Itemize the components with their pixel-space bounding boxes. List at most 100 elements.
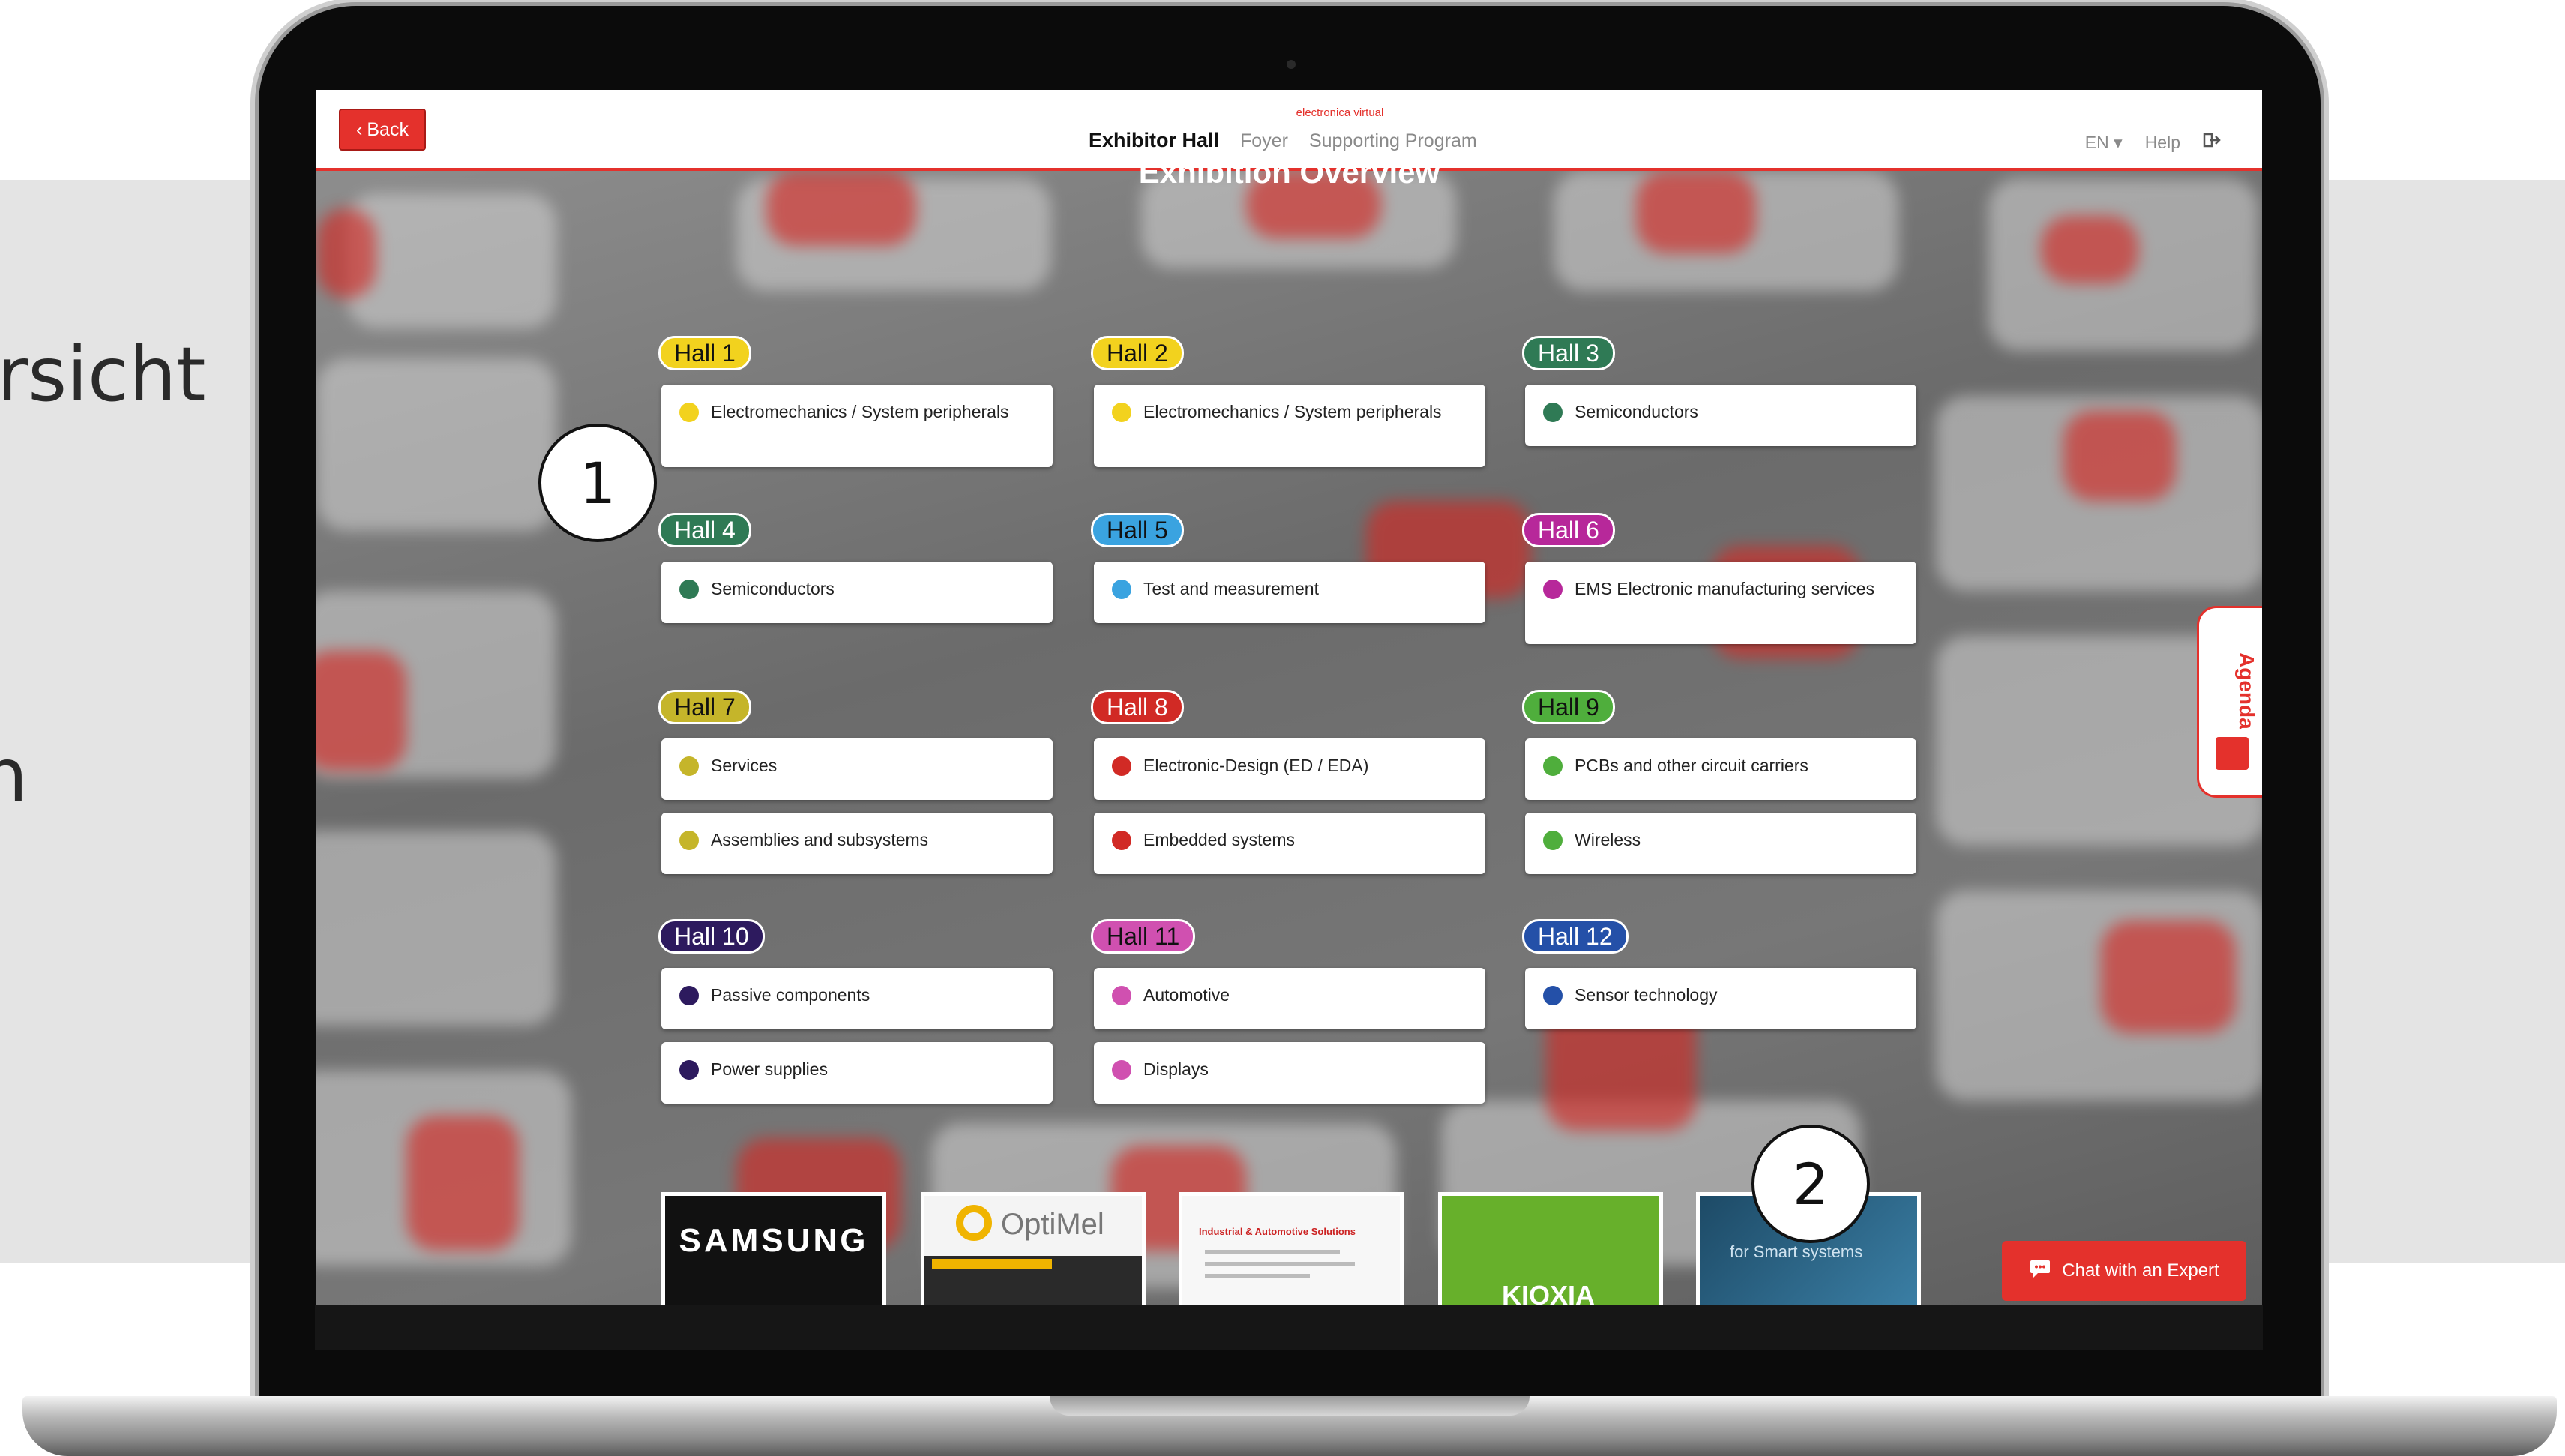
category-card[interactable]: Semiconductors [661, 562, 1053, 623]
laptop-notch [1050, 1396, 1530, 1416]
category-dot [1112, 986, 1131, 1005]
category-card[interactable]: Electronic-Design (ED / EDA) [1094, 738, 1485, 800]
category-label: Electromechanics / System peripherals [1143, 402, 1442, 421]
bg-tile [316, 831, 556, 1026]
category-dot [679, 986, 699, 1005]
category-label: Embedded systems [1143, 830, 1295, 849]
nav-supporting-program[interactable]: Supporting Program [1309, 130, 1477, 152]
category-label: Assemblies and subsystems [711, 830, 929, 849]
hall-badge[interactable]: Hall 2 [1091, 336, 1184, 370]
chat-bubble-icon [2029, 1258, 2051, 1284]
back-button-label: Back [367, 118, 409, 140]
calendar-icon [2216, 737, 2249, 770]
bg-tile [406, 1116, 519, 1251]
category-card[interactable]: Semiconductors [1525, 385, 1916, 446]
nav-exhibitor-hall[interactable]: Exhibitor Hall [1089, 129, 1219, 152]
category-label: Semiconductors [711, 579, 835, 598]
category-label: Electronic-Design (ED / EDA) [1143, 756, 1369, 775]
laptop-screen: ‹ Back electronica virtual Exhibitor Hal… [316, 90, 2262, 1305]
thumbnail-line [1205, 1262, 1355, 1266]
category-dot [1543, 986, 1563, 1005]
category-dot [679, 1060, 699, 1080]
brand-label: electronica virtual [1296, 106, 1384, 119]
caret-down-icon: ▾ [2114, 132, 2123, 152]
sponsor-thumbnail[interactable]: KIOXIA [1438, 1192, 1663, 1305]
category-card[interactable]: Embedded systems [1094, 813, 1485, 874]
thumbnail-label: SAMSUNG [679, 1222, 869, 1259]
category-label: Passive components [711, 985, 870, 1005]
category-card[interactable]: PCBs and other circuit carriers [1525, 738, 1916, 800]
chat-with-expert-button[interactable]: Chat with an Expert [2002, 1241, 2246, 1301]
logout-icon[interactable] [2203, 132, 2221, 153]
callout-marker: 2 [1751, 1125, 1870, 1243]
category-card[interactable]: Electromechanics / System peripherals [1094, 385, 1485, 467]
hall-badge[interactable]: Hall 10 [658, 919, 765, 954]
help-link[interactable]: Help [2145, 133, 2180, 153]
back-button[interactable]: ‹ Back [339, 109, 426, 151]
hall-badge[interactable]: Hall 7 [658, 690, 751, 724]
thumbnail-line [1205, 1274, 1310, 1278]
callout-marker: 1 [538, 424, 657, 542]
bg-tile [2101, 921, 2236, 1033]
bg-tile [316, 358, 556, 531]
category-label: Sensor technology [1575, 985, 1718, 1005]
category-label: Displays [1143, 1059, 1209, 1079]
category-dot [679, 756, 699, 776]
agenda-tab[interactable]: Agenda [2197, 606, 2262, 798]
category-card[interactable]: Automotive [1094, 968, 1485, 1029]
hall-background [316, 171, 2262, 1305]
category-card[interactable]: Sensor technology [1525, 968, 1916, 1029]
nav-foyer[interactable]: Foyer [1240, 130, 1288, 152]
category-card[interactable]: Wireless [1525, 813, 1916, 874]
sponsor-thumbnail[interactable]: SAMSUNG [661, 1192, 886, 1305]
agenda-label: Agenda [2235, 652, 2258, 729]
category-label: Power supplies [711, 1059, 828, 1079]
hall-badge[interactable]: Hall 9 [1522, 690, 1615, 724]
category-dot [1543, 756, 1563, 776]
category-card[interactable]: EMS Electronic manufacturing services [1525, 562, 1916, 644]
laptop-bezel-bottom [315, 1305, 2263, 1350]
page-title: Exhibition Overview [1138, 154, 1440, 190]
category-label: Wireless [1575, 830, 1641, 849]
category-dot [1112, 831, 1131, 850]
category-dot [679, 831, 699, 850]
sponsor-thumbnail[interactable]: OptiMel [921, 1192, 1146, 1305]
hall-badge[interactable]: Hall 11 [1091, 919, 1196, 954]
hall-badge[interactable]: Hall 8 [1091, 690, 1184, 724]
side-text-fragment: n [0, 732, 28, 819]
category-card[interactable]: Passive components [661, 968, 1053, 1029]
category-card[interactable]: Assemblies and subsystems [661, 813, 1053, 874]
language-select[interactable]: EN ▾ [2085, 133, 2123, 153]
thumbnail-label: OptiMel [1001, 1208, 1104, 1241]
bg-tile [346, 193, 556, 328]
category-card[interactable]: Displays [1094, 1042, 1485, 1104]
category-label: Automotive [1143, 985, 1230, 1005]
category-label: EMS Electronic manufacturing services [1575, 579, 1875, 598]
category-card[interactable]: Electromechanics / System peripherals [661, 385, 1053, 467]
hall-badge[interactable]: Hall 1 [658, 336, 751, 370]
category-dot [1543, 403, 1563, 422]
category-dot [679, 580, 699, 599]
thumbnail-label: for Smart systems [1730, 1242, 1863, 1261]
hall-badge[interactable]: Hall 6 [1522, 513, 1615, 547]
category-dot [1112, 756, 1131, 776]
category-dot [1112, 580, 1131, 599]
bg-tile [2063, 411, 2176, 501]
category-label: Semiconductors [1575, 402, 1698, 421]
category-label: Services [711, 756, 778, 775]
main-nav: Exhibitor Hall Foyer Supporting Program [1089, 129, 1477, 152]
language-label: EN [2084, 132, 2109, 152]
hall-badge[interactable]: Hall 12 [1522, 919, 1629, 954]
category-card[interactable]: Test and measurement [1094, 562, 1485, 623]
category-card[interactable]: Power supplies [661, 1042, 1053, 1104]
category-card[interactable]: Services [661, 738, 1053, 800]
hall-badge[interactable]: Hall 4 [658, 513, 751, 547]
hall-badge[interactable]: Hall 3 [1522, 336, 1615, 370]
category-dot [1112, 1060, 1131, 1080]
hall-badge[interactable]: Hall 5 [1091, 513, 1184, 547]
chevron-left-icon: ‹ [356, 118, 363, 140]
thumbnail-line [1205, 1250, 1340, 1254]
thumbnail-bar [932, 1259, 1052, 1269]
sponsor-thumbnail[interactable]: Industrial & Automotive Solutions [1179, 1192, 1404, 1305]
camera-icon [1287, 60, 1296, 69]
